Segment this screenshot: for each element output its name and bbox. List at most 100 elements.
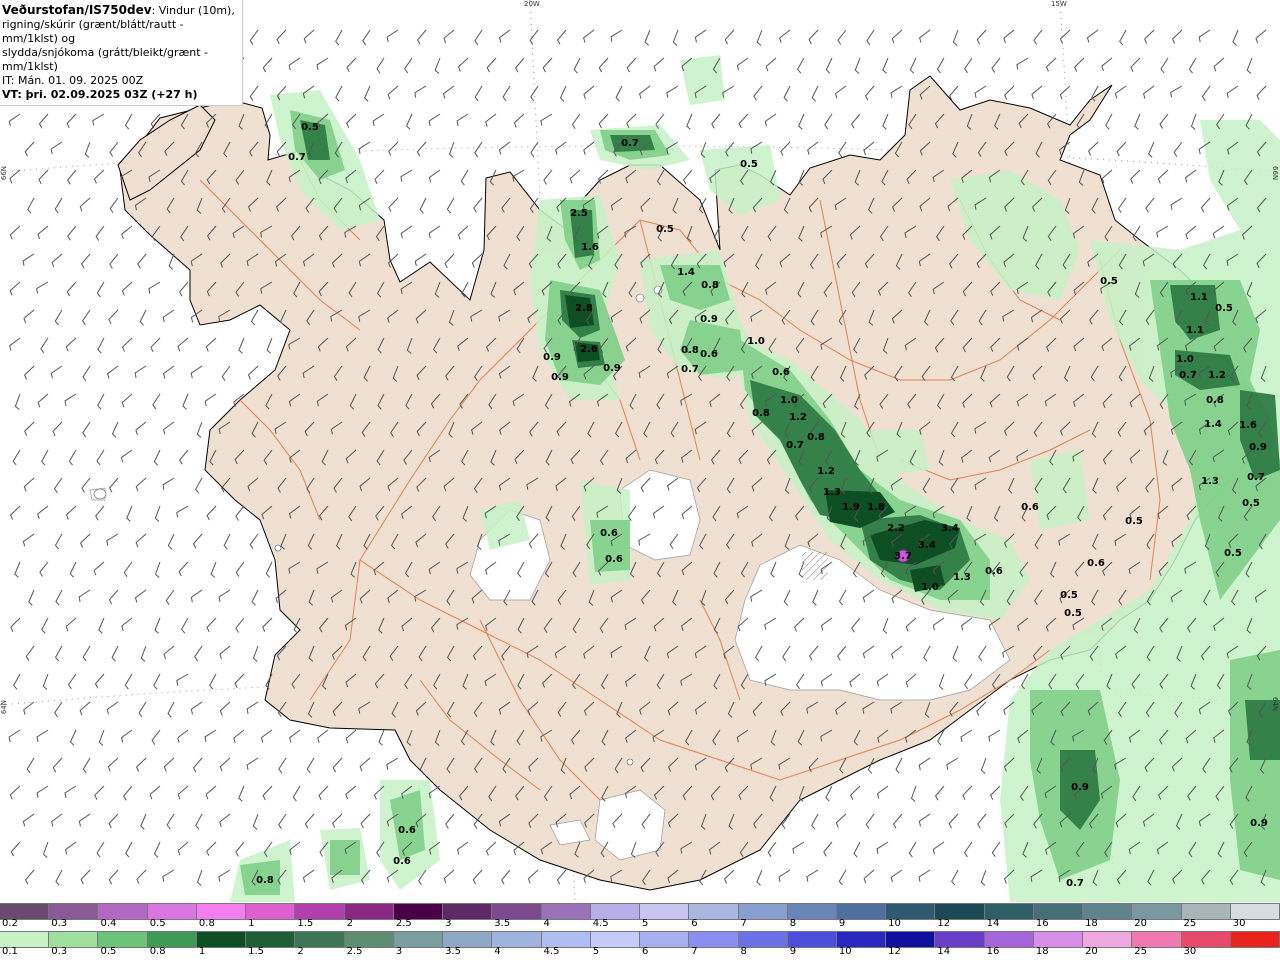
wind-barb <box>1088 141 1099 156</box>
wind-barb <box>249 29 259 45</box>
wind-barb <box>386 29 399 43</box>
wind-barb <box>1105 113 1113 130</box>
legend-label: 2.5 <box>395 918 412 929</box>
wind-barb <box>195 813 203 830</box>
legend-swatch <box>886 904 936 919</box>
wind-barb <box>473 197 483 213</box>
wind-barb <box>134 589 147 603</box>
wind-barb <box>783 85 791 102</box>
wind-barb <box>764 113 777 127</box>
precip-value-label: 0.7 <box>786 440 804 451</box>
wind-barb <box>120 449 133 463</box>
wind-barb <box>918 757 931 771</box>
wind-barb <box>41 617 49 634</box>
wind-barb <box>235 841 245 857</box>
legend-swatch <box>1033 904 1084 919</box>
wind-barb <box>556 29 567 45</box>
wind-barb <box>210 561 217 578</box>
wind-barb <box>1255 29 1267 44</box>
wind-barb <box>792 841 805 854</box>
wind-barb <box>262 785 273 801</box>
legend-label: 7 <box>691 946 698 957</box>
legend-swatch <box>295 932 345 947</box>
precip-value-label: 2.8 <box>575 303 593 314</box>
wind-barb <box>1148 141 1155 158</box>
wind-barb <box>192 533 203 549</box>
precip-value-label: 1.6 <box>1239 420 1257 431</box>
init-time: IT: Mán. 01. 09. 2025 00Z <box>2 74 144 87</box>
wind-barb <box>148 281 161 294</box>
wind-barb <box>359 757 371 772</box>
forecast-map[interactable]: 0.5 0.7 0.7 0.5 0.5 2.5 1.6 1.4 0.8 2.8 0.9 2.6 0.9 0… <box>0 0 1280 902</box>
wind-barb <box>54 701 63 718</box>
wind-barb <box>79 197 91 212</box>
wind-barb <box>443 29 455 44</box>
wind-barb <box>824 113 833 130</box>
wind-barb <box>162 421 175 435</box>
wind-barb <box>55 869 63 886</box>
wind-barb <box>1119 29 1127 46</box>
wind-barb <box>289 841 301 855</box>
legend-swatch <box>295 904 345 919</box>
wind-barb <box>364 85 371 102</box>
legend-label: 14 <box>986 918 1000 929</box>
wind-barb <box>178 561 189 577</box>
legend-swatch <box>492 904 542 919</box>
wind-barb <box>235 617 245 633</box>
wind-barb <box>23 309 35 324</box>
wind-barb <box>806 869 819 882</box>
legend-label: 2 <box>297 946 304 957</box>
wind-barb <box>808 29 819 45</box>
legend-label: 1 <box>248 918 255 929</box>
wind-barb <box>64 841 77 855</box>
wind-barb <box>962 785 973 801</box>
wind-barb <box>123 561 133 577</box>
wind-barb <box>952 29 959 46</box>
wind-barb <box>22 533 35 547</box>
wind-barb <box>162 869 175 882</box>
wind-barb <box>569 169 581 184</box>
wind-barb <box>81 309 91 326</box>
legend-swatch <box>1181 932 1231 947</box>
wind-barb <box>121 225 133 240</box>
wind-barb <box>1004 85 1015 100</box>
wind-barb <box>1114 85 1127 99</box>
wind-barb <box>94 785 105 800</box>
wind-barb <box>485 841 497 856</box>
wind-barb <box>124 673 133 690</box>
wind-barb <box>825 57 833 74</box>
wind-barb <box>167 701 175 718</box>
legend-label: 1 <box>198 946 206 957</box>
wind-barb <box>936 57 945 74</box>
precip-value-label: 0.6 <box>605 554 623 565</box>
legend-swatch <box>640 904 690 919</box>
precip-value-label: 0.8 <box>701 280 719 291</box>
wind-barb <box>92 113 105 126</box>
wind-barb <box>345 785 357 800</box>
lon-label-15w: 15W <box>1051 0 1067 8</box>
wind-barb <box>530 141 539 158</box>
wind-barb <box>190 701 203 715</box>
wind-barb <box>991 841 1001 857</box>
legend-swatch <box>246 904 296 919</box>
wind-barb <box>50 141 63 155</box>
langjokull <box>619 469 701 561</box>
precip-value-label: 0.7 <box>621 138 639 149</box>
legend-label: 4.5 <box>592 918 609 929</box>
precip-value-label: 3.4 <box>941 523 959 534</box>
legend-label: 18 <box>1035 946 1049 957</box>
wind-barb <box>1157 169 1169 184</box>
wind-barb <box>23 701 35 715</box>
wind-barb <box>262 617 273 632</box>
precip-value-label: 3.7 <box>894 551 912 562</box>
lat-label-66n-right: 66N <box>1271 166 1279 181</box>
wind-barb <box>434 57 441 74</box>
wind-barb <box>168 253 175 270</box>
precip-value-label: 0.9 <box>603 363 621 374</box>
wind-barb <box>807 141 819 155</box>
wind-barb <box>126 505 133 522</box>
wind-barb <box>960 729 973 742</box>
wind-barb <box>1184 169 1197 183</box>
legend-swatch <box>1181 904 1231 919</box>
wind-barb <box>1201 85 1211 102</box>
